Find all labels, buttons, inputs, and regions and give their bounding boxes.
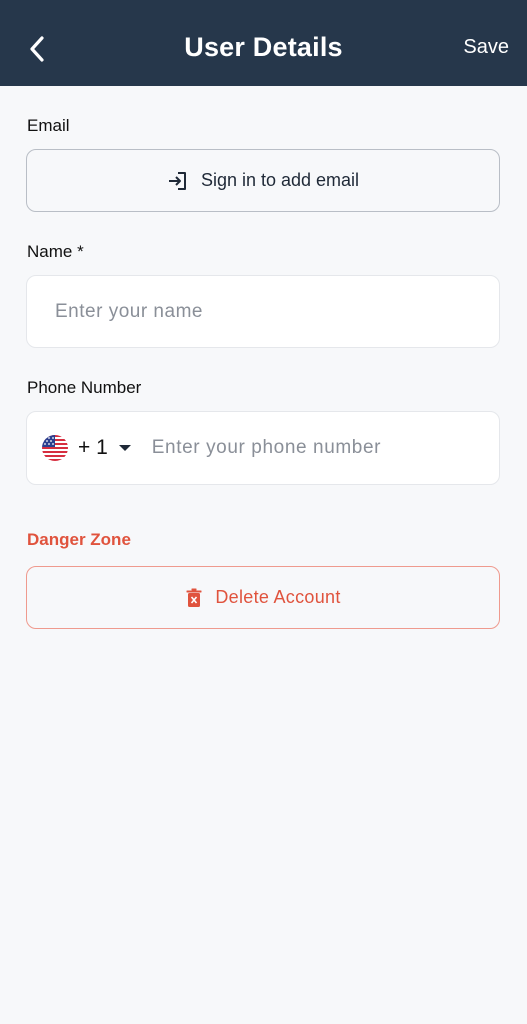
save-button[interactable]: Save	[463, 36, 509, 59]
country-code-selector[interactable]: + 1	[42, 435, 132, 461]
phone-field[interactable]: + 1	[26, 411, 500, 485]
header-bar: User Details Save	[0, 0, 527, 86]
sign-in-email-label: Sign in to add email	[200, 170, 360, 190]
danger-zone-label: Danger Zone	[27, 530, 131, 549]
page-title: User Details	[184, 32, 343, 62]
delete-account-button[interactable]: Delete Account	[26, 566, 500, 629]
email-label: Email	[27, 116, 70, 135]
us-flag-icon	[42, 435, 68, 461]
phone-label: Phone Number	[27, 378, 142, 397]
name-label: Name *	[27, 242, 84, 261]
dial-code: + 1	[78, 436, 108, 459]
delete-account-label: Delete Account	[215, 587, 341, 607]
name-field[interactable]	[26, 275, 500, 348]
sign-in-icon	[168, 171, 186, 190]
sign-in-email-button[interactable]: Sign in to add email	[26, 149, 500, 212]
caret-down-icon	[118, 445, 131, 451]
trash-icon	[186, 588, 202, 607]
phone-input[interactable]	[149, 436, 454, 460]
name-input[interactable]	[53, 299, 477, 324]
